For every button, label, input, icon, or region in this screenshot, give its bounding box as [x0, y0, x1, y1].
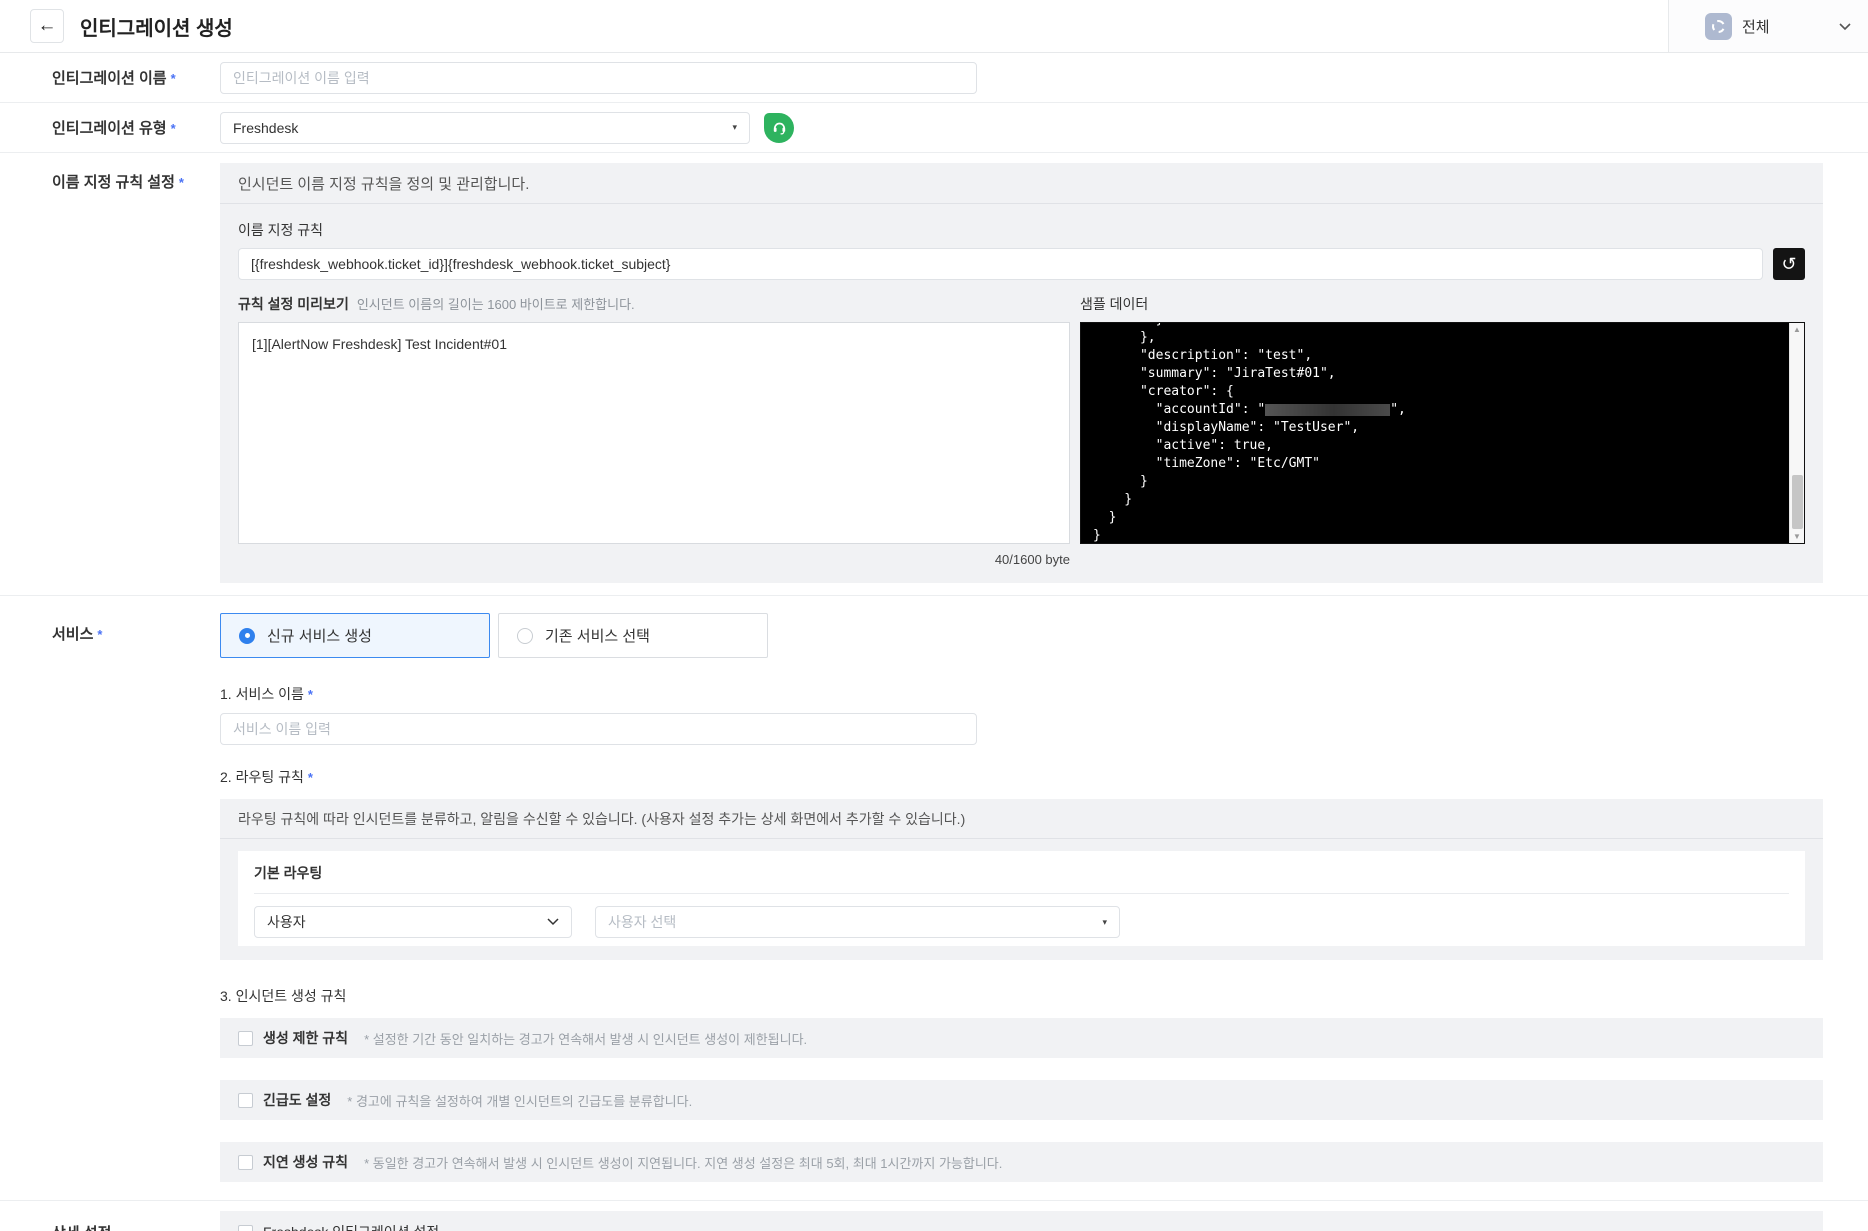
routing-target-type-select[interactable]: 사용자: [254, 906, 572, 938]
rule-name: 생성 제한 규칙: [263, 1030, 349, 1046]
required-mark: *: [178, 175, 184, 190]
select-arrow-icon: ▾: [732, 122, 737, 132]
chevron-down-icon: [1838, 22, 1852, 31]
integration-type-select[interactable]: Freshdesk ▾: [220, 111, 750, 144]
service-content: 신규 서비스 생성 기존 서비스 선택 1. 서비스 이름* 2. 라우팅 규칙…: [220, 613, 1823, 1182]
rule-description: * 설정한 기간 동안 일치하는 경고가 연속해서 발생 시 인시던트 생성이 …: [364, 1031, 808, 1047]
rule-preview-value: [1][AlertNow Freshdesk] Test Incident#01: [252, 336, 507, 352]
integration-name-row: 인티그레이션 이름 *: [0, 53, 1868, 102]
radio-existing-service-label: 기존 서비스 선택: [545, 628, 650, 645]
rule-row-creation-limit: 생성 제한 규칙 * 설정한 기간 동안 일치하는 경고가 연속해서 발생 시 …: [220, 1018, 1823, 1058]
service-name-input[interactable]: [220, 713, 977, 745]
naming-rule-input[interactable]: [238, 248, 1763, 280]
advanced-settings-label: 상세 설정: [52, 1211, 220, 1231]
required-mark: *: [170, 71, 176, 86]
integration-name-label: 인티그레이션 이름 *: [52, 70, 176, 87]
preview-title: 규칙 설정 미리보기: [238, 296, 349, 312]
rule-row-urgency: 긴급도 설정 * 경고에 규칙을 설정하여 개별 인시던트의 긴급도를 분류합니…: [220, 1080, 1823, 1120]
scroll-down-icon[interactable]: ▼: [1790, 532, 1804, 541]
freshdesk-settings-label: Freshdesk 인티그레이션 설정: [263, 1222, 439, 1231]
radio-existing-service[interactable]: 기존 서비스 선택: [498, 613, 768, 658]
chevron-down-icon: [547, 918, 559, 926]
naming-rule-label: 이름 지정 규칙 설정 *: [52, 174, 184, 191]
required-mark: *: [170, 121, 176, 136]
rule-name: 지연 생성 규칙: [263, 1154, 349, 1170]
naming-rule-row: 이름 지정 규칙 설정 * 인시던트 이름 지정 규칙을 정의 및 관리합니다. …: [0, 163, 1868, 583]
integration-name-input[interactable]: [220, 61, 977, 94]
radio-new-service-label: 신규 서비스 생성: [267, 628, 372, 645]
service-label: 서비스 *: [52, 626, 103, 643]
rule-preview-box: [1][AlertNow Freshdesk] Test Incident#01: [238, 322, 1070, 544]
freshdesk-logo-icon: [764, 112, 794, 143]
scrollbar-thumb[interactable]: [1792, 475, 1803, 529]
rule-name: 긴급도 설정: [263, 1092, 332, 1108]
divider: [0, 595, 1868, 596]
advanced-settings-panel: Freshdesk 인티그레이션 설정: [220, 1211, 1823, 1231]
radio-new-service[interactable]: 신규 서비스 생성: [220, 613, 490, 658]
incident-rules-label: 3. 인시던트 생성 규칙: [220, 988, 347, 1004]
divider: [0, 1200, 1868, 1201]
routing-target-type-value: 사용자: [267, 914, 306, 930]
rule-row-delayed-creation: 지연 생성 규칙 * 동일한 경고가 연속해서 발생 시 인시던트 생성이 지연…: [220, 1142, 1823, 1182]
required-mark: *: [307, 770, 313, 785]
integration-type-label: 인티그레이션 유형 *: [52, 120, 176, 137]
scrollbar[interactable]: ▲ ▼: [1789, 323, 1804, 543]
reset-rule-button[interactable]: ↺: [1773, 248, 1805, 280]
rule-description: * 경고에 규칙을 설정하여 개별 인시던트의 긴급도를 분류합니다.: [347, 1093, 693, 1109]
select-arrow-icon: ▾: [1102, 916, 1107, 927]
service-name-label: 1. 서비스 이름 *: [220, 686, 313, 702]
scope-label: 전체: [1742, 18, 1770, 36]
back-button[interactable]: ←: [30, 9, 64, 43]
naming-rule-panel: 인시던트 이름 지정 규칙을 정의 및 관리합니다. 이름 지정 규칙 ↺ 규칙…: [220, 163, 1823, 583]
sample-data-code: } }, "description": "test", "summary": "…: [1081, 323, 1789, 543]
checkbox-freshdesk-settings[interactable]: [238, 1224, 253, 1231]
sample-data-title: 샘플 데이터: [1080, 296, 1149, 312]
integration-type-row: 인티그레이션 유형 * Freshdesk ▾: [0, 103, 1868, 152]
naming-rule-intro: 인시던트 이름 지정 규칙을 정의 및 관리합니다.: [220, 163, 1823, 204]
rotate-ccw-icon: ↺: [1781, 254, 1797, 274]
routing-rule-intro: 라우팅 규칙에 따라 인시던트를 분류하고, 알림을 수신할 수 있습니다. (…: [220, 799, 1823, 839]
basic-routing-card: 기본 라우팅 사용자 사용자 선택 ▾: [238, 851, 1805, 946]
divider: [0, 152, 1868, 153]
preview-hint: 인시던트 이름의 길이는 1600 바이트로 제한합니다.: [356, 297, 635, 312]
integration-type-value: Freshdesk: [233, 119, 299, 136]
rule-description: * 동일한 경고가 연속해서 발생 시 인시던트 생성이 지연됩니다. 지연 생…: [364, 1155, 1003, 1171]
page-header: ← 인티그레이션 생성 전체: [0, 0, 1868, 53]
checkbox-delayed-creation[interactable]: [238, 1154, 253, 1170]
checkbox-creation-limit[interactable]: [238, 1030, 253, 1046]
radio-selected-icon: [239, 627, 255, 644]
advanced-settings-row: 상세 설정 Freshdesk 인티그레이션 설정: [0, 1211, 1868, 1231]
scope-selector[interactable]: 전체: [1668, 0, 1868, 52]
routing-target-select[interactable]: 사용자 선택 ▾: [595, 906, 1120, 938]
required-mark: *: [307, 687, 313, 702]
arrow-left-icon: ←: [37, 15, 57, 36]
byte-counter: 40/1600 byte: [994, 552, 1070, 567]
routing-target-placeholder: 사용자 선택: [608, 914, 677, 930]
scroll-up-icon[interactable]: ▲: [1790, 325, 1804, 334]
routing-rule-panel: 라우팅 규칙에 따라 인시던트를 분류하고, 알림을 수신할 수 있습니다. (…: [220, 799, 1823, 960]
routing-rule-label: 2. 라우팅 규칙 *: [220, 769, 313, 785]
checkbox-urgency[interactable]: [238, 1092, 253, 1108]
org-avatar-icon: [1705, 12, 1732, 40]
service-row: 서비스* 신규 서비스 생성 기존 서비스 선택 1. 서비스 이름* 2. 라…: [0, 613, 1868, 1182]
basic-routing-title: 기본 라우팅: [254, 863, 1789, 894]
radio-unselected-icon: [517, 627, 533, 644]
page-title: 인티그레이션 생성: [80, 17, 233, 40]
sample-data-box: } }, "description": "test", "summary": "…: [1080, 322, 1805, 544]
required-mark: *: [97, 627, 103, 642]
naming-rule-input-label: 이름 지정 규칙: [238, 222, 324, 238]
redacted-account-id: [1265, 403, 1391, 416]
